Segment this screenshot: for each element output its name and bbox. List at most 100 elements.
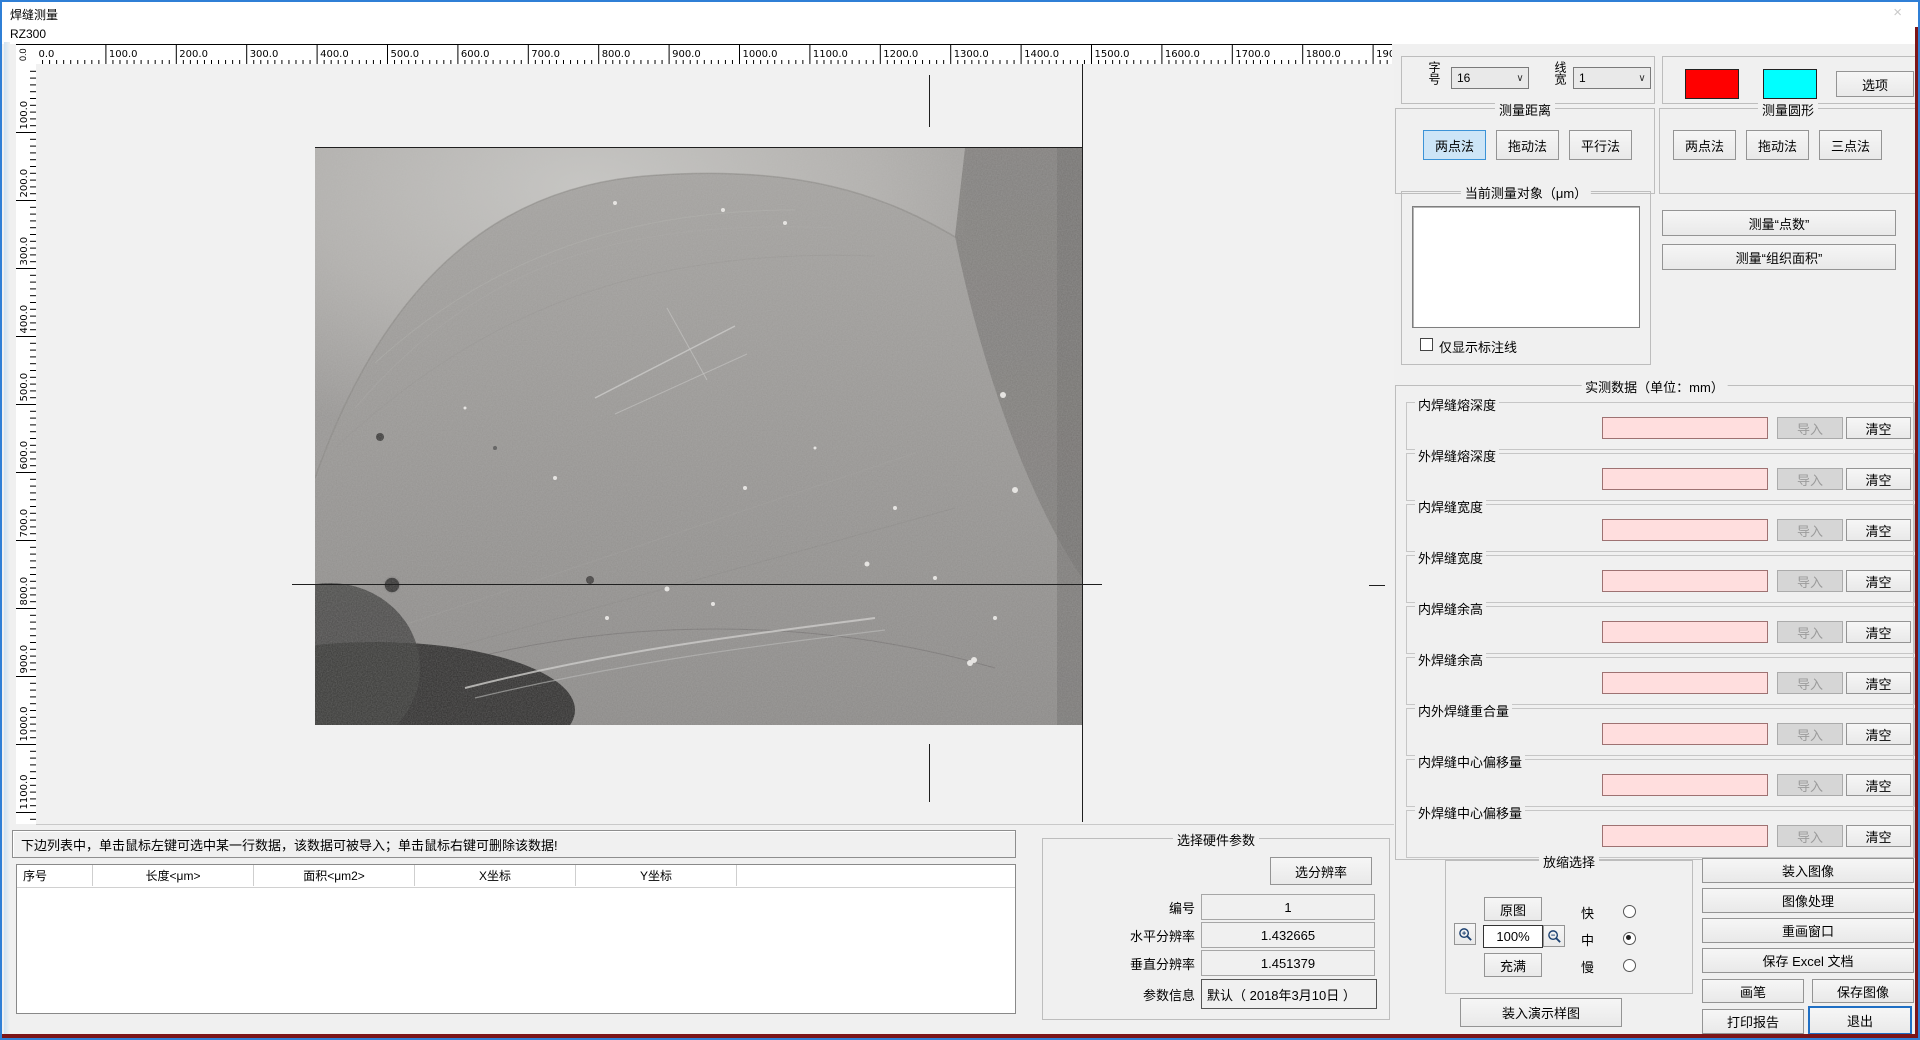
app-window: 焊缝测量 × RZ300 0.0100.0200.0300.0400.0500.…: [0, 0, 1920, 1040]
current-object-title: 当前测量对象（μm）: [1461, 183, 1591, 202]
distance-drag-button[interactable]: 拖动法: [1496, 130, 1559, 160]
primary-color-swatch[interactable]: [1685, 69, 1739, 99]
zoom-in-button[interactable]: [1454, 923, 1476, 945]
list-hint-bar: 下边列表中，单击鼠标左键可选中某一行数据，该数据可被导入；单击鼠标右键可删除该数…: [12, 830, 1016, 858]
secondary-color-swatch[interactable]: [1763, 69, 1817, 99]
measurement-listbox[interactable]: [1412, 206, 1640, 328]
exit-button[interactable]: 退出: [1808, 1006, 1912, 1035]
import-button[interactable]: 导入: [1777, 519, 1843, 541]
import-button[interactable]: 导入: [1777, 417, 1843, 439]
horizontal-measure-dash: [1369, 585, 1385, 586]
import-button[interactable]: 导入: [1777, 825, 1843, 847]
font-line-settings-box: 字号 16 ∨ 线宽 1 ∨: [1401, 56, 1655, 104]
measured-row-label: 外焊缝余高: [1415, 650, 1486, 669]
svg-text:500.0: 500.0: [391, 49, 420, 60]
process-image-button[interactable]: 图像处理: [1702, 888, 1914, 913]
measured-row: 内焊缝中心偏移量导入清空: [1406, 759, 1915, 807]
svg-text:800.0: 800.0: [19, 577, 30, 606]
pen-button[interactable]: 画笔: [1702, 979, 1804, 1003]
vertical-ruler: 0.0100.0200.0300.0400.0500.0600.0700.080…: [16, 64, 36, 824]
clear-button[interactable]: 清空: [1846, 621, 1911, 643]
speed-medium-label: 中: [1581, 930, 1594, 949]
zoom-out-button[interactable]: [1543, 925, 1565, 947]
save-image-button[interactable]: 保存图像: [1812, 979, 1914, 1003]
measured-value-input[interactable]: [1602, 468, 1768, 490]
menu-rz300[interactable]: RZ300: [10, 27, 46, 41]
zoom-percent-field[interactable]: 100%: [1483, 925, 1543, 948]
svg-text:900.0: 900.0: [672, 49, 701, 60]
svg-text:1100.0: 1100.0: [813, 49, 848, 60]
import-button[interactable]: 导入: [1777, 672, 1843, 694]
svg-text:700.0: 700.0: [531, 49, 560, 60]
measured-value-input[interactable]: [1602, 570, 1768, 592]
clear-button[interactable]: 清空: [1846, 723, 1911, 745]
window-title: 焊缝测量: [10, 6, 58, 23]
line-width-select[interactable]: 1 ∨: [1573, 67, 1651, 89]
circle-drag-button[interactable]: 拖动法: [1746, 130, 1809, 160]
import-button[interactable]: 导入: [1777, 468, 1843, 490]
vertical-resolution-label: 垂直分辨率: [1063, 950, 1195, 976]
circle-three-point-button[interactable]: 三点法: [1819, 130, 1882, 160]
horizontal-resolution-field[interactable]: 1.432665: [1201, 922, 1375, 948]
show-annotation-only-checkbox[interactable]: [1420, 338, 1433, 351]
result-table[interactable]: 序号长度<μm>面积<μm2>X坐标Y坐标: [16, 864, 1016, 1014]
import-button[interactable]: 导入: [1777, 570, 1843, 592]
result-table-column-header[interactable]: 长度<μm>: [93, 865, 254, 886]
close-icon[interactable]: ×: [1893, 4, 1902, 21]
measure-tissue-area-button[interactable]: 测量“组织面积”: [1662, 244, 1896, 270]
measured-row: 内外焊缝重合量导入清空: [1406, 708, 1915, 756]
result-table-column-header[interactable]: 面积<μm2>: [254, 865, 415, 886]
load-image-button[interactable]: 装入图像: [1702, 858, 1914, 883]
param-info-field[interactable]: 默认（ 2018年3月10日 ）: [1201, 979, 1377, 1009]
clear-button[interactable]: 清空: [1846, 417, 1911, 439]
svg-text:600.0: 600.0: [461, 49, 490, 60]
result-table-column-header[interactable]: X坐标: [415, 865, 576, 886]
measured-value-input[interactable]: [1602, 825, 1768, 847]
measured-value-input[interactable]: [1602, 621, 1768, 643]
font-size-value: 16: [1452, 71, 1512, 85]
options-button[interactable]: 选项: [1836, 71, 1914, 97]
clear-button[interactable]: 清空: [1846, 825, 1911, 847]
load-demo-image-button[interactable]: 装入演示样图: [1460, 998, 1622, 1027]
image-extent-vline: [1082, 64, 1083, 822]
clear-button[interactable]: 清空: [1846, 468, 1911, 490]
clear-button[interactable]: 清空: [1846, 672, 1911, 694]
param-info-label: 参数信息: [1063, 979, 1195, 1009]
measured-value-input[interactable]: [1602, 672, 1768, 694]
distance-two-point-button[interactable]: 两点法: [1423, 130, 1486, 160]
speed-slow-radio[interactable]: [1623, 959, 1636, 972]
print-report-button[interactable]: 打印报告: [1702, 1009, 1804, 1034]
import-button[interactable]: 导入: [1777, 774, 1843, 796]
measured-value-input[interactable]: [1602, 417, 1768, 439]
redraw-window-button[interactable]: 重画窗口: [1702, 918, 1914, 943]
measured-value-input[interactable]: [1602, 519, 1768, 541]
import-button[interactable]: 导入: [1777, 723, 1843, 745]
font-size-select[interactable]: 16 ∨: [1451, 67, 1529, 89]
speed-fast-radio[interactable]: [1623, 905, 1636, 918]
save-excel-button[interactable]: 保存 Excel 文档: [1702, 948, 1914, 973]
vertical-resolution-field[interactable]: 1.451379: [1201, 950, 1375, 976]
select-resolution-button[interactable]: 选分辨率: [1270, 857, 1372, 885]
clear-button[interactable]: 清空: [1846, 570, 1911, 592]
device-id-field[interactable]: 1: [1201, 894, 1375, 920]
speed-fast-label: 快: [1581, 903, 1594, 922]
circle-two-point-button[interactable]: 两点法: [1673, 130, 1736, 160]
image-canvas[interactable]: [36, 64, 1394, 825]
window-right-edge: [1915, 27, 1918, 1038]
svg-text:1900.0: 1900.0: [1376, 49, 1392, 60]
original-size-button[interactable]: 原图: [1484, 897, 1542, 921]
horizontal-measure-line: [292, 584, 1102, 585]
measured-value-input[interactable]: [1602, 774, 1768, 796]
fit-window-button[interactable]: 充满: [1484, 953, 1542, 977]
measure-points-button[interactable]: 测量“点数”: [1662, 210, 1896, 236]
center-marker-bottom: [929, 744, 930, 802]
measured-value-input[interactable]: [1602, 723, 1768, 745]
clear-button[interactable]: 清空: [1846, 519, 1911, 541]
measured-row-label: 外焊缝宽度: [1415, 548, 1486, 567]
speed-medium-radio[interactable]: [1623, 932, 1636, 945]
import-button[interactable]: 导入: [1777, 621, 1843, 643]
clear-button[interactable]: 清空: [1846, 774, 1911, 796]
distance-parallel-button[interactable]: 平行法: [1569, 130, 1632, 160]
result-table-column-header[interactable]: Y坐标: [576, 865, 737, 886]
result-table-column-header[interactable]: 序号: [17, 865, 93, 886]
